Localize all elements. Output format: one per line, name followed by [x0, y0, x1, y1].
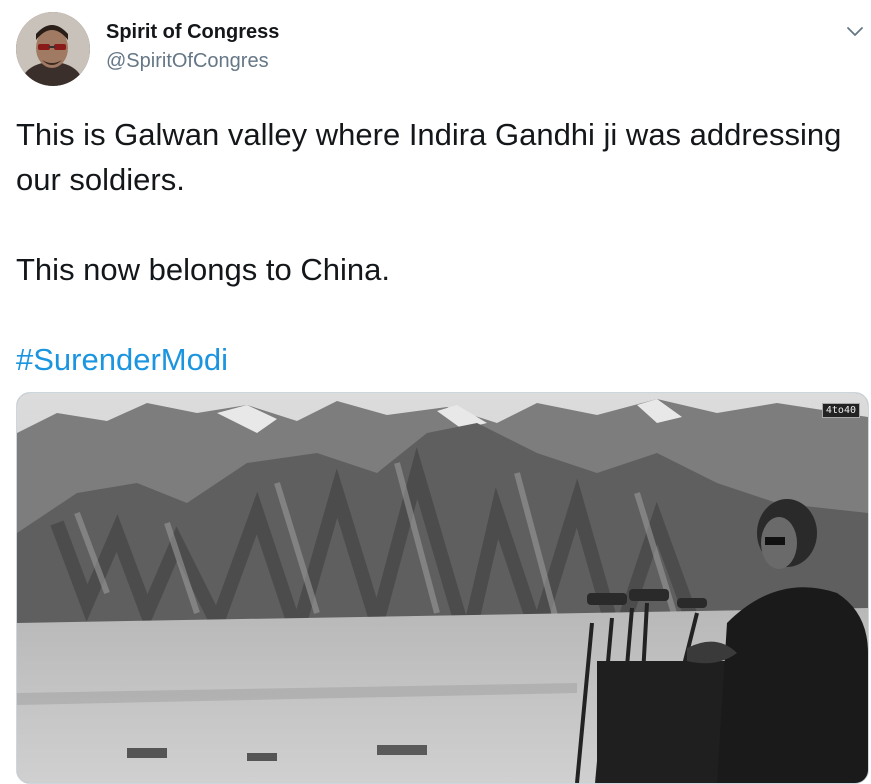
mountain-photo	[17, 393, 868, 783]
author-name[interactable]: Spirit of Congress	[106, 21, 279, 44]
tweet-text-line: This now belongs to China.	[16, 252, 390, 287]
avatar-image	[16, 12, 90, 86]
tweet-photo[interactable]: 4to40	[16, 392, 869, 784]
media-watermark: 4to40	[821, 403, 860, 418]
tweet-card: Spirit of Congress @SpiritOfCongres This…	[0, 0, 871, 784]
hashtag-link[interactable]: #SurenderModi	[16, 342, 228, 377]
author-handle[interactable]: @SpiritOfCongres	[106, 50, 269, 73]
tweet-text: This is Galwan valley where Indira Gandh…	[16, 112, 856, 382]
chevron-down-icon[interactable]	[842, 18, 868, 44]
avatar[interactable]	[16, 12, 90, 86]
tweet-text-line: This is Galwan valley where Indira Gandh…	[16, 117, 842, 197]
